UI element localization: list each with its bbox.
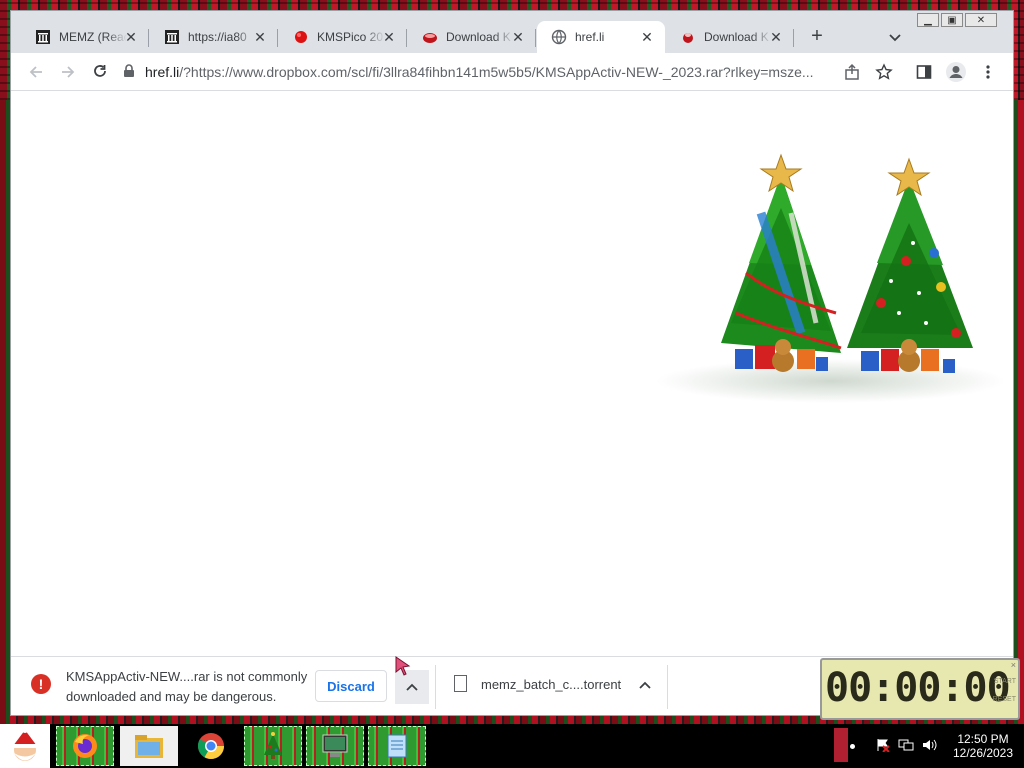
taskbar: 12:50 PM 12/26/2023	[0, 724, 1024, 768]
timer-start-button[interactable]: START	[994, 678, 1016, 685]
danger-warning-icon: !	[31, 674, 51, 694]
discard-button[interactable]: Discard	[315, 670, 387, 702]
close-window-button[interactable]: ✕	[965, 13, 997, 27]
tab-href-li[interactable]: href.li ✕	[537, 21, 665, 53]
system-clock[interactable]: 12:50 PM 12/26/2023	[944, 732, 1022, 760]
file-explorer-icon	[135, 735, 163, 758]
clock-time: 12:50 PM	[957, 732, 1009, 746]
volume-icon[interactable]	[922, 738, 938, 755]
flag-warning-icon[interactable]	[876, 738, 890, 755]
page-content	[11, 91, 1013, 656]
browser-toolbar: href.li/?https://www.dropbox.com/scl/fi/…	[11, 53, 1013, 91]
mouse-cursor-icon	[394, 655, 412, 677]
system-tray: 12:50 PM 12/26/2023	[834, 726, 1024, 766]
red-ball-icon	[422, 29, 438, 45]
christmas-trees-image	[651, 153, 1006, 403]
side-panel-icon[interactable]	[913, 61, 935, 83]
taskbar-christmas-tree[interactable]	[244, 726, 302, 766]
lock-icon[interactable]	[123, 63, 135, 81]
bookmark-star-icon[interactable]	[873, 61, 895, 83]
notepad-icon	[387, 734, 407, 758]
close-icon[interactable]: ✕	[639, 29, 655, 45]
close-icon[interactable]: ✕	[252, 29, 268, 45]
browser-window: MEMZ (Reac ✕ https://ia80 ✕ KMSPico 20 ✕…	[10, 10, 1014, 716]
minimize-button[interactable]: ▁	[917, 13, 939, 27]
url-host: href.li	[145, 64, 180, 80]
forward-button[interactable]	[57, 61, 79, 83]
tab-title: MEMZ (Reac	[59, 30, 127, 44]
chrome-icon	[197, 733, 225, 760]
url-text: href.li/?https://www.dropbox.com/scl/fi/…	[145, 64, 815, 80]
taskbar-file-explorer[interactable]	[120, 726, 178, 766]
tab-strip: MEMZ (Reac ✕ https://ia80 ✕ KMSPico 20 ✕…	[11, 11, 1013, 53]
globe-icon	[551, 29, 567, 45]
start-button[interactable]	[0, 724, 50, 768]
close-icon[interactable]: ✕	[381, 29, 397, 45]
tab-title: KMSPico 20	[317, 30, 384, 44]
countdown-timer-widget: 00:00:00 × START RESET	[820, 658, 1020, 720]
timer-display: 00:00:00	[825, 665, 1011, 711]
tab-memz[interactable]: MEMZ (Reac ✕	[21, 21, 149, 53]
tray-handle[interactable]	[834, 728, 848, 762]
archive-icon	[35, 29, 51, 45]
chevron-down-icon[interactable]	[885, 29, 905, 47]
window-controls: ▁ ▣ ✕	[917, 13, 997, 27]
new-tab-button[interactable]: +	[807, 26, 827, 47]
tab-title: Download K	[446, 30, 511, 44]
taskbar-chrome[interactable]	[182, 726, 240, 766]
clock-date: 12/26/2023	[952, 746, 1014, 760]
tray-dot-icon	[850, 744, 855, 749]
tab-download-k-2[interactable]: Download K ✕	[666, 21, 794, 53]
reload-button[interactable]	[89, 61, 111, 83]
monitor-app-icon	[322, 734, 348, 757]
red-ball-icon	[680, 29, 696, 45]
tab-title: Download K	[704, 30, 769, 44]
maximize-button[interactable]: ▣	[941, 13, 963, 27]
kebab-menu-icon[interactable]	[977, 61, 999, 83]
close-icon[interactable]: ✕	[768, 29, 784, 45]
tab-title: https://ia80	[188, 30, 247, 44]
network-icon[interactable]	[898, 738, 914, 755]
address-bar[interactable]: href.li/?https://www.dropbox.com/scl/fi/…	[123, 58, 867, 86]
timer-close-button[interactable]: ×	[1011, 660, 1016, 670]
christmas-tree-icon	[264, 732, 282, 759]
file-icon	[454, 675, 467, 692]
red-dot-icon	[293, 29, 309, 45]
url-path: /?https://www.dropbox.com/scl/fi/3llra84…	[179, 64, 814, 80]
taskbar-monitor-app[interactable]	[306, 726, 364, 766]
tab-download-k-1[interactable]: Download K ✕	[408, 21, 536, 53]
chevron-up-icon[interactable]	[635, 675, 655, 695]
dangerous-download-warning: KMSAppActiv-NEW....rar is not commonly d…	[66, 669, 308, 704]
download-file-name[interactable]: memz_batch_c....torrent	[481, 677, 621, 692]
archive-icon	[164, 29, 180, 45]
taskbar-firefox[interactable]	[56, 726, 114, 766]
timer-reset-button[interactable]: RESET	[993, 696, 1016, 703]
santa-icon	[12, 727, 38, 761]
share-icon[interactable]	[841, 61, 863, 83]
profile-avatar-icon[interactable]	[945, 61, 967, 83]
close-icon[interactable]: ✕	[510, 29, 526, 45]
tab-kmspico[interactable]: KMSPico 20 ✕	[279, 21, 407, 53]
back-button[interactable]	[25, 61, 47, 83]
firefox-icon	[73, 734, 97, 758]
taskbar-notepad[interactable]	[368, 726, 426, 766]
tab-ia80[interactable]: https://ia80 ✕	[150, 21, 278, 53]
close-icon[interactable]: ✕	[123, 29, 139, 45]
tab-title: href.li	[575, 30, 605, 44]
